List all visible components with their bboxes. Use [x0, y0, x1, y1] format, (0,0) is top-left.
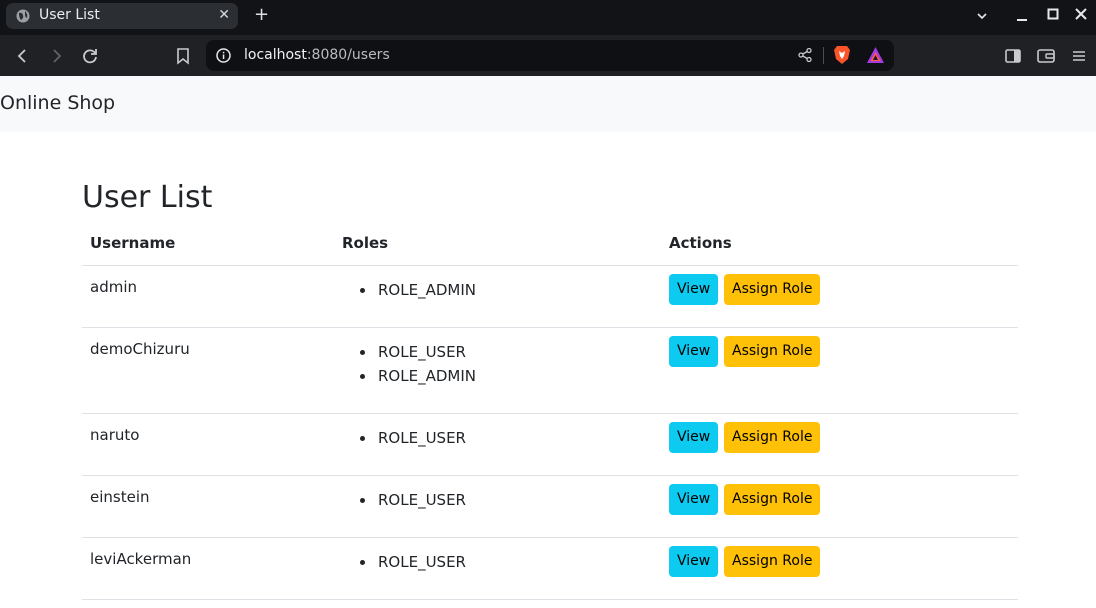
tab-close-icon[interactable]: ✕	[218, 7, 230, 23]
new-tab-icon[interactable]: +	[254, 4, 269, 25]
column-header-actions: Actions	[661, 226, 1018, 266]
actions-cell: View Assign Role	[661, 475, 1018, 538]
url-text[interactable]: localhost:8080/users	[244, 47, 390, 63]
roles-cell: ROLE_USER	[334, 537, 661, 600]
sidebar-icon[interactable]	[1002, 45, 1024, 67]
reload-icon[interactable]	[79, 45, 101, 67]
column-header-roles: Roles	[334, 226, 661, 266]
share-icon[interactable]	[797, 47, 813, 63]
tab-strip: User List ✕ +	[0, 0, 1096, 35]
table-row: naruto ROLE_USER View Assign Role	[82, 413, 1018, 476]
role-item: ROLE_USER	[376, 550, 653, 574]
roles-cell: ROLE_ADMIN	[334, 265, 661, 328]
brave-icon[interactable]	[833, 45, 851, 65]
active-tab[interactable]: User List ✕	[6, 3, 238, 29]
roles-list: ROLE_ADMIN	[352, 278, 653, 302]
table-row: einstein ROLE_USER View Assign Role	[82, 475, 1018, 538]
view-button[interactable]: View	[669, 335, 719, 367]
view-button[interactable]: View	[669, 273, 719, 305]
role-item: ROLE_ADMIN	[376, 278, 653, 302]
assign-role-button[interactable]: Assign Role	[724, 483, 821, 515]
page-title: User List	[82, 180, 213, 215]
roles-list: ROLE_USER	[352, 488, 653, 512]
bookmark-icon[interactable]	[172, 45, 194, 67]
actions-cell: View Assign Role	[661, 537, 1018, 600]
url-path: :8080/users	[306, 47, 390, 63]
browser-toolbar: localhost:8080/users	[0, 35, 1096, 76]
actions-cell: View Assign Role	[661, 265, 1018, 328]
assign-role-button[interactable]: Assign Role	[724, 273, 821, 305]
role-item: ROLE_USER	[376, 426, 653, 450]
table-row: admin ROLE_ADMIN View Assign Role	[82, 265, 1018, 328]
omnibox-divider	[823, 47, 824, 64]
roles-cell: ROLE_USER	[334, 475, 661, 538]
roles-list: ROLE_USER	[352, 426, 653, 450]
tab-title: User List	[39, 7, 100, 23]
role-item: ROLE_ADMIN	[376, 364, 653, 388]
view-button[interactable]: View	[669, 483, 719, 515]
roles-list: ROLE_USERROLE_ADMIN	[352, 340, 653, 388]
tab-search-chevron-icon[interactable]	[976, 10, 988, 22]
assign-role-button[interactable]: Assign Role	[724, 421, 821, 453]
table-row: leviAckerman ROLE_USER View Assign Role	[82, 537, 1018, 600]
menu-icon[interactable]	[1068, 45, 1090, 67]
username-cell: demoChizuru	[82, 327, 334, 414]
navbar: Online Shop	[0, 76, 1096, 132]
role-item: ROLE_USER	[376, 488, 653, 512]
minimize-icon[interactable]	[1016, 10, 1028, 22]
user-table: Username Roles Actions admin ROLE_ADMIN Vi…	[82, 226, 1018, 600]
maximize-icon[interactable]	[1047, 8, 1059, 20]
role-item: ROLE_USER	[376, 340, 653, 364]
actions-cell: View Assign Role	[661, 327, 1018, 414]
forward-icon[interactable]	[45, 45, 67, 67]
username-cell: admin	[82, 265, 334, 328]
globe-icon	[16, 9, 30, 23]
back-icon[interactable]	[12, 45, 34, 67]
view-button[interactable]: View	[669, 545, 719, 577]
username-cell: einstein	[82, 475, 334, 538]
table-row: demoChizuruROLE_USERROLE_ADMINView Assig…	[82, 327, 1018, 414]
roles-list: ROLE_USER	[352, 550, 653, 574]
roles-cell: ROLE_USER	[334, 413, 661, 476]
username-cell: naruto	[82, 413, 334, 476]
assign-role-button[interactable]: Assign Role	[724, 335, 821, 367]
url-host: localhost	[244, 47, 307, 63]
info-icon[interactable]	[216, 48, 231, 63]
assign-role-button[interactable]: Assign Role	[724, 545, 821, 577]
user-table-body: admin ROLE_ADMIN View Assign Role demoChizu…	[82, 265, 1018, 600]
column-header-username: Username	[82, 226, 334, 266]
roles-cell: ROLE_USERROLE_ADMIN	[334, 327, 661, 414]
view-button[interactable]: View	[669, 421, 719, 453]
address-bar[interactable]: localhost:8080/users	[206, 40, 894, 71]
close-window-icon[interactable]	[1075, 8, 1087, 20]
table-header-row: Username Roles Actions	[82, 226, 1018, 266]
rewards-icon[interactable]	[866, 46, 885, 64]
username-cell: leviAckerman	[82, 537, 334, 600]
navbar-brand[interactable]: Online Shop	[0, 92, 115, 114]
wallet-icon[interactable]	[1035, 45, 1057, 67]
actions-cell: View Assign Role	[661, 413, 1018, 476]
